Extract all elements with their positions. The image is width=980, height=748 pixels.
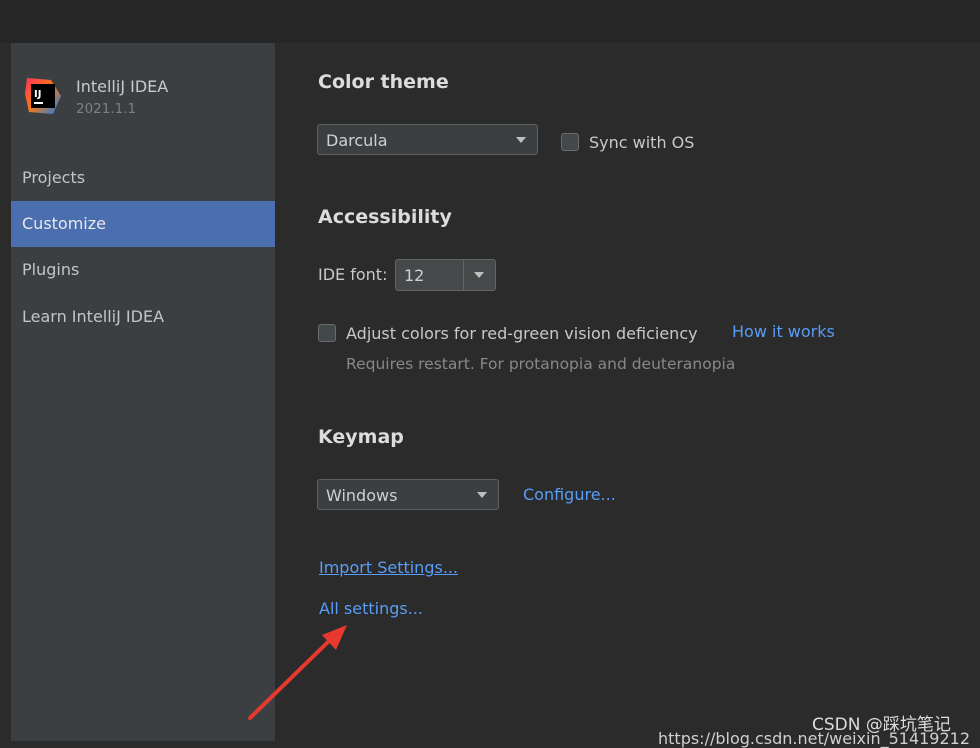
adjust-colors-label: Adjust colors for red-green vision defic… [346, 324, 698, 343]
ide-font-combobox[interactable]: 12 [395, 259, 496, 291]
window-left-edge [0, 43, 11, 741]
keymap-title: Keymap [318, 426, 404, 448]
window-title-bar [0, 0, 980, 43]
sidebar-item-label: Projects [22, 168, 86, 187]
keymap-value: Windows [326, 486, 398, 505]
chevron-down-icon [474, 272, 484, 278]
chevron-down-icon [477, 492, 487, 498]
sidebar: IJ IntelliJ IDEA 2021.1.1 Projects Custo… [11, 43, 275, 741]
sidebar-item-label: Customize [22, 214, 106, 233]
sidebar-item-customize[interactable]: Customize [11, 201, 275, 247]
sidebar-item-plugins[interactable]: Plugins [11, 247, 275, 293]
sidebar-item-learn[interactable]: Learn IntelliJ IDEA [11, 294, 275, 340]
color-theme-value: Darcula [326, 131, 388, 150]
ide-font-label: IDE font: [318, 265, 388, 284]
svg-text:IJ: IJ [34, 89, 41, 100]
sync-with-os-checkbox[interactable] [561, 133, 579, 151]
intellij-logo-icon: IJ [23, 76, 63, 116]
app-name: IntelliJ IDEA [76, 77, 169, 96]
app-version: 2021.1.1 [76, 101, 137, 117]
all-settings-link[interactable]: All settings... [319, 599, 423, 618]
color-theme-title: Color theme [318, 71, 449, 93]
ide-font-dropdown-button[interactable] [464, 260, 495, 290]
ide-font-value: 12 [404, 266, 425, 285]
sync-with-os-label: Sync with OS [589, 133, 695, 152]
color-theme-dropdown[interactable]: Darcula [317, 124, 538, 155]
customize-panel: Color theme Darcula Sync with OS Accessi… [275, 43, 980, 741]
configure-link[interactable]: Configure... [523, 485, 616, 504]
sidebar-item-label: Learn IntelliJ IDEA [22, 307, 165, 326]
sidebar-item-label: Plugins [22, 260, 80, 279]
chevron-down-icon [516, 137, 526, 143]
watermark-url: https://blog.csdn.net/weixin_51419212 [658, 729, 971, 748]
adjust-colors-checkbox[interactable] [318, 324, 336, 342]
restart-hint: Requires restart. For protanopia and deu… [346, 355, 736, 373]
how-it-works-link[interactable]: How it works [732, 322, 835, 341]
sidebar-item-projects[interactable]: Projects [11, 155, 275, 201]
accessibility-title: Accessibility [318, 206, 452, 228]
keymap-dropdown[interactable]: Windows [317, 479, 499, 510]
import-settings-link[interactable]: Import Settings... [319, 558, 458, 577]
